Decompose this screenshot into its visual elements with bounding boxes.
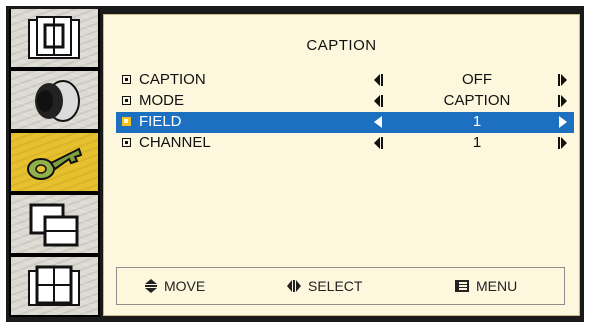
- menu-row-value: 1: [472, 113, 482, 130]
- menu-row-caption[interactable]: CAPTION OFF: [116, 70, 574, 91]
- sidebar-item-picture[interactable]: [11, 9, 98, 67]
- arrow-left-icon[interactable]: [374, 137, 384, 149]
- menu-icon: [455, 280, 469, 292]
- arrow-left-icon[interactable]: [374, 74, 384, 86]
- menu-row-mode[interactable]: MODE CAPTION: [116, 91, 574, 112]
- menu-row-value: OFF: [462, 71, 492, 88]
- setup-icon: [28, 265, 80, 306]
- sidebar-item-function[interactable]: [11, 133, 98, 191]
- osd-footer: MOVE SELECT MENU: [116, 267, 565, 305]
- sidebar-item-window[interactable]: [11, 195, 98, 253]
- bullet-icon: [122, 138, 131, 147]
- arrow-right-icon[interactable]: [557, 74, 567, 86]
- sound-icon: [35, 80, 80, 122]
- osd-sidebar: [9, 9, 100, 317]
- menu-row-label: CAPTION: [139, 71, 206, 88]
- arrow-right-icon[interactable]: [557, 137, 567, 149]
- footer-move-hint: MOVE: [145, 278, 205, 294]
- footer-menu-label: MENU: [476, 278, 518, 294]
- arrow-left-icon[interactable]: [374, 95, 384, 107]
- menu-row-value: 1: [472, 134, 482, 151]
- menu-row-value: CAPTION: [443, 92, 511, 109]
- bullet-icon: [122, 75, 131, 84]
- arrow-right-icon[interactable]: [557, 95, 567, 107]
- menu-row-channel[interactable]: CHANNEL 1: [116, 133, 574, 154]
- picture-icon: [28, 16, 80, 59]
- arrow-left-icon[interactable]: [374, 116, 384, 128]
- footer-select-label: SELECT: [308, 278, 363, 294]
- arrow-right-icon[interactable]: [557, 116, 567, 128]
- sidebar-item-setup[interactable]: [11, 257, 98, 315]
- footer-menu-hint: MENU: [455, 278, 517, 294]
- window-icon: [29, 203, 79, 247]
- menu-title: CAPTION: [306, 37, 377, 54]
- key-icon: [27, 147, 83, 180]
- select-leftright-icon: [287, 280, 301, 292]
- sidebar-item-sound[interactable]: [11, 71, 98, 129]
- menu-row-label: CHANNEL: [139, 134, 211, 151]
- move-updown-icon: [145, 279, 157, 293]
- menu-row-field[interactable]: FIELD 1: [116, 112, 574, 133]
- caption-menu-panel: CAPTION CAPTION OFF MODE CAPTION FIELD 1…: [103, 14, 580, 316]
- menu-list: CAPTION OFF MODE CAPTION FIELD 1 CHANNEL…: [116, 70, 574, 154]
- footer-move-label: MOVE: [164, 278, 206, 294]
- bullet-icon: [122, 96, 131, 105]
- bullet-icon: [122, 117, 131, 126]
- menu-row-label: MODE: [139, 92, 184, 109]
- menu-row-label: FIELD: [139, 113, 182, 130]
- footer-select-hint: SELECT: [287, 278, 362, 294]
